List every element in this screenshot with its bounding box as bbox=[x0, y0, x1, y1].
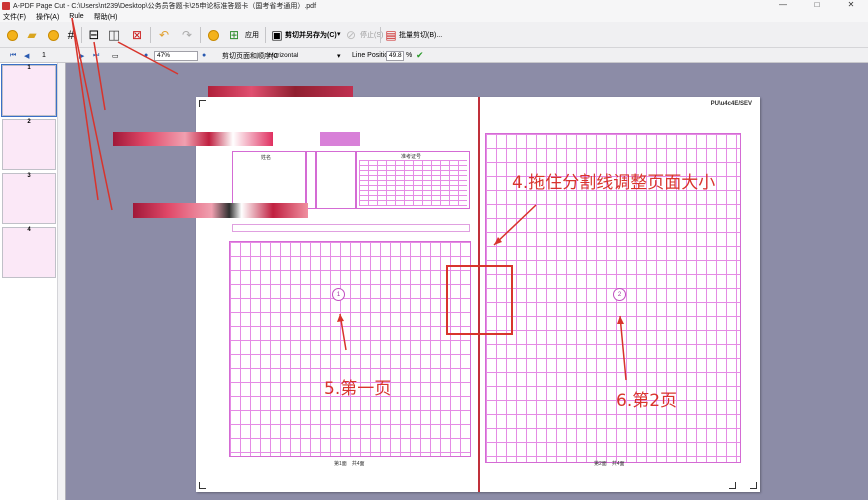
arrow-head bbox=[617, 316, 624, 324]
arrow-line bbox=[71, 17, 113, 211]
annotation-step6: 6.第2页 bbox=[616, 391, 678, 411]
annotation-step4: 4.拖住分割线调整页面大小 bbox=[512, 173, 716, 193]
arrow-line bbox=[619, 315, 627, 381]
annotation-arrows bbox=[71, 17, 627, 381]
arrow-line bbox=[493, 204, 537, 246]
annotation-step5: 5.第一页 bbox=[324, 379, 392, 399]
arrow-head bbox=[337, 314, 344, 322]
arrow-line bbox=[93, 41, 106, 111]
arrow-line bbox=[117, 41, 179, 75]
